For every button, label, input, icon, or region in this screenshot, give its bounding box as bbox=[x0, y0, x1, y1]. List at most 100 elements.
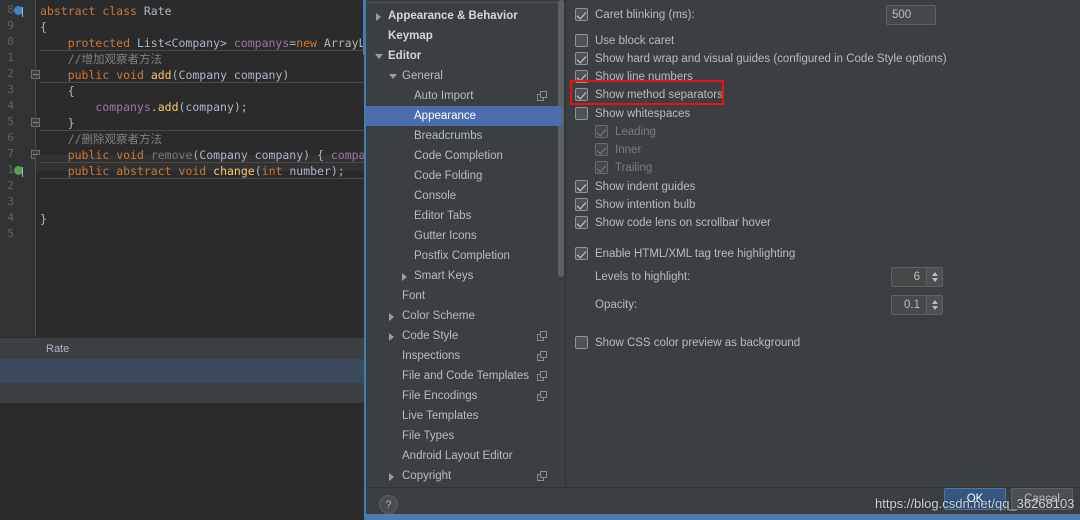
enable-html-xml-label: Enable HTML/XML tag tree highlighting bbox=[595, 248, 796, 260]
levels-spinner-up-icon[interactable] bbox=[932, 272, 938, 276]
line-number: 7 bbox=[7, 147, 14, 160]
tree-item-smart-keys[interactable]: Smart Keys bbox=[366, 266, 562, 286]
chevron-right-icon[interactable] bbox=[389, 313, 394, 321]
show-intention-bulb-checkbox[interactable] bbox=[575, 198, 588, 211]
show-line-numbers-checkbox[interactable] bbox=[575, 70, 588, 83]
caret-blinking-label: Caret blinking (ms): bbox=[595, 9, 695, 21]
tree-item-appearance-behavior[interactable]: Appearance & Behavior bbox=[366, 6, 562, 26]
code-line: { bbox=[40, 84, 75, 98]
chevron-down-icon[interactable] bbox=[389, 74, 397, 79]
levels-to-highlight-spinner[interactable]: 6 bbox=[891, 267, 943, 287]
chevron-right-icon[interactable] bbox=[389, 333, 394, 341]
copy-settings-icon[interactable] bbox=[537, 391, 548, 402]
opacity-spinner-down-icon[interactable] bbox=[932, 306, 938, 310]
line-number: 8 bbox=[7, 3, 14, 16]
show-hard-wrap-label: Show hard wrap and visual guides (config… bbox=[595, 53, 947, 65]
copy-settings-icon[interactable] bbox=[537, 371, 548, 382]
tree-item-appearance[interactable]: Appearance bbox=[366, 106, 562, 126]
enable-html-xml-checkbox[interactable] bbox=[575, 247, 588, 260]
tree-item-editor[interactable]: Editor bbox=[366, 46, 562, 66]
tree-item-font[interactable]: Font bbox=[366, 286, 562, 306]
copy-settings-icon[interactable] bbox=[537, 471, 548, 482]
implementation-marker-icon[interactable] bbox=[14, 6, 23, 17]
tree-item-console[interactable]: Console bbox=[366, 186, 562, 206]
tree-top-border bbox=[366, 2, 562, 3]
show-method-separators-checkbox[interactable] bbox=[575, 88, 588, 101]
tree-item-postfix-completion[interactable]: Postfix Completion bbox=[366, 246, 562, 266]
copy-settings-icon[interactable] bbox=[537, 331, 548, 342]
levels-to-highlight-label: Levels to highlight: bbox=[595, 271, 691, 283]
tree-item-file-encodings[interactable]: File Encodings bbox=[366, 386, 562, 406]
tree-item-code-completion[interactable]: Code Completion bbox=[366, 146, 562, 166]
code-line: protected List<Company> companys=new Arr… bbox=[67, 36, 366, 50]
tree-item-color-scheme[interactable]: Color Scheme bbox=[366, 306, 562, 326]
copy-settings-icon[interactable] bbox=[537, 351, 548, 362]
line-number: 2 bbox=[7, 67, 14, 80]
tree-item-gutter-icons[interactable]: Gutter Icons bbox=[366, 226, 562, 246]
tree-item-auto-import[interactable]: Auto Import bbox=[366, 86, 562, 106]
use-block-caret-checkbox[interactable] bbox=[575, 34, 588, 47]
chevron-down-icon[interactable] bbox=[375, 54, 383, 59]
opacity-spinner[interactable]: 0.1 bbox=[891, 295, 943, 315]
tree-item-general[interactable]: General bbox=[366, 66, 562, 86]
show-line-numbers-label: Show line numbers bbox=[595, 71, 693, 83]
tree-item-code-folding[interactable]: Code Folding bbox=[366, 166, 562, 186]
tree-item-label: Appearance & Behavior bbox=[388, 10, 518, 22]
tree-item-label: Android Layout Editor bbox=[402, 450, 513, 462]
tree-item-keymap[interactable]: Keymap bbox=[366, 26, 562, 46]
caret-blinking-checkbox[interactable] bbox=[575, 8, 588, 21]
show-css-preview-label: Show CSS color preview as background bbox=[595, 337, 801, 349]
opacity-value: 0.1 bbox=[904, 299, 920, 311]
tree-item-copyright[interactable]: Copyright bbox=[366, 466, 562, 486]
tool-panel-selected-row[interactable] bbox=[0, 359, 366, 383]
tree-item-label: General bbox=[402, 70, 443, 82]
show-css-preview-checkbox[interactable] bbox=[575, 336, 588, 349]
caret-blinking-input[interactable]: 500 bbox=[886, 5, 936, 25]
show-intention-bulb-label: Show intention bulb bbox=[595, 199, 696, 211]
settings-tree[interactable]: Appearance & Behavior Keymap Editor General… bbox=[366, 0, 566, 487]
tree-item-inspections[interactable]: Inspections bbox=[366, 346, 562, 366]
chevron-right-icon[interactable] bbox=[389, 473, 394, 481]
tree-item-label: Smart Keys bbox=[414, 270, 474, 282]
code-area[interactable]: abstract class Rate { protected List<Comp… bbox=[40, 0, 366, 337]
show-hard-wrap-checkbox[interactable] bbox=[575, 52, 588, 65]
tree-item-label: Keymap bbox=[388, 30, 433, 42]
tree-item-file-and-code-templates[interactable]: File and Code Templates bbox=[366, 366, 562, 386]
trailing-checkbox bbox=[595, 161, 608, 174]
inner-checkbox bbox=[595, 143, 608, 156]
help-button[interactable]: ? bbox=[379, 495, 398, 514]
override-marker-icon[interactable] bbox=[14, 166, 23, 177]
show-code-lens-checkbox[interactable] bbox=[575, 216, 588, 229]
tree-item-editor-tabs[interactable]: Editor Tabs bbox=[366, 206, 562, 226]
show-indent-guides-checkbox[interactable] bbox=[575, 180, 588, 193]
tool-panel-row[interactable] bbox=[0, 383, 366, 403]
editor-gutter[interactable]: 8 9 0 1 2 3 4 5 6 7 1 2 3 4 5 bbox=[0, 0, 40, 337]
editor-tab-rate[interactable]: Rate bbox=[36, 338, 79, 360]
levels-spinner-buttons[interactable] bbox=[926, 268, 942, 286]
line-number: 0 bbox=[7, 35, 14, 48]
opacity-spinner-buttons[interactable] bbox=[926, 296, 942, 314]
tree-item-label: Console bbox=[414, 190, 457, 202]
code-editor[interactable]: 8 9 0 1 2 3 4 5 6 7 1 2 3 4 5 abstract class Rate { pro… bbox=[0, 0, 366, 520]
tree-item-code-style[interactable]: Code Style bbox=[366, 326, 562, 346]
code-line: } bbox=[40, 212, 47, 226]
code-line: public abstract void change(int number); bbox=[67, 164, 345, 178]
chevron-right-icon[interactable] bbox=[402, 273, 407, 281]
line-number: 3 bbox=[7, 195, 14, 208]
code-line: } bbox=[40, 116, 75, 130]
tree-item-breadcrumbs[interactable]: Breadcrumbs bbox=[366, 126, 562, 146]
dialog-bottom-bar bbox=[366, 514, 1080, 520]
chevron-right-icon[interactable] bbox=[376, 13, 381, 21]
line-number: 6 bbox=[7, 131, 14, 144]
tree-item-label: Code Style bbox=[402, 330, 459, 342]
code-line: abstract class Rate bbox=[40, 4, 172, 18]
levels-spinner-down-icon[interactable] bbox=[932, 278, 938, 282]
tree-item-live-templates[interactable]: Live Templates bbox=[366, 406, 562, 426]
trailing-label: Trailing bbox=[615, 162, 653, 174]
line-number: 4 bbox=[7, 99, 14, 112]
copy-settings-icon[interactable] bbox=[537, 91, 548, 102]
show-whitespaces-checkbox[interactable] bbox=[575, 107, 588, 120]
tree-item-file-types[interactable]: File Types bbox=[366, 426, 562, 446]
tree-item-android-layout-editor[interactable]: Android Layout Editor bbox=[366, 446, 562, 466]
opacity-spinner-up-icon[interactable] bbox=[932, 300, 938, 304]
